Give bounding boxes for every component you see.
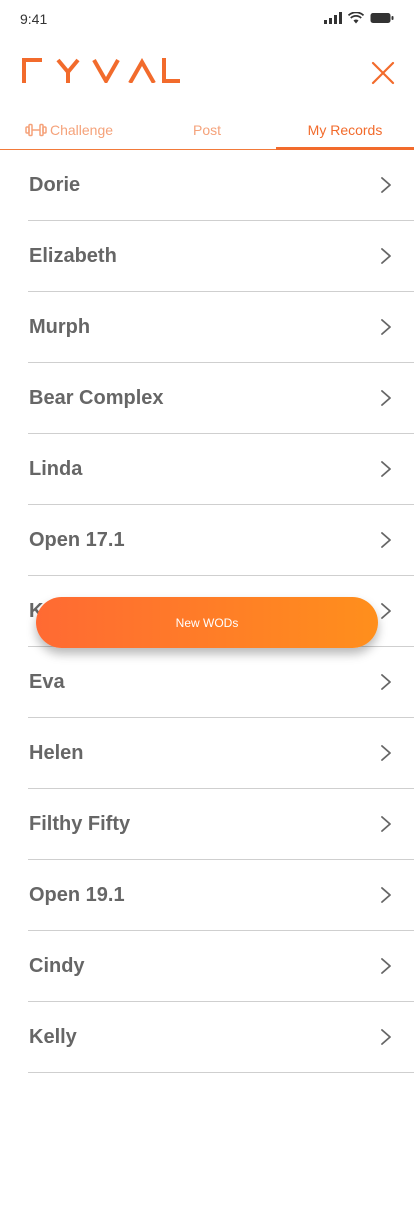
chevron-right-icon — [381, 958, 391, 974]
list-item[interactable]: Open 19.1 — [28, 860, 414, 931]
chevron-right-icon — [381, 177, 391, 193]
tab-challenge[interactable]: Challenge — [0, 110, 138, 149]
wod-name: Cindy — [29, 954, 85, 977]
tab-challenge-label: Challenge — [49, 121, 114, 138]
wod-name: Linda — [29, 457, 83, 480]
close-icon[interactable] — [370, 60, 396, 86]
status-time: 9:41 — [20, 11, 48, 27]
chevron-right-icon — [381, 745, 391, 761]
wod-name: Murph — [29, 315, 91, 338]
list-item[interactable]: Filthy Fifty — [28, 789, 414, 860]
chevron-right-icon — [381, 532, 391, 548]
wod-name: Dorie — [29, 173, 81, 196]
list-item[interactable]: Helen — [28, 718, 414, 789]
wod-name: Open 17.1 — [29, 528, 125, 551]
cellular-signal-icon — [324, 12, 342, 24]
wifi-icon — [348, 12, 364, 24]
new-wods-button[interactable]: New WODs — [36, 597, 378, 648]
wod-name: Eva — [29, 670, 65, 693]
chevron-right-icon — [381, 390, 391, 406]
battery-icon — [370, 13, 394, 23]
wod-name: Bear Complex — [29, 386, 164, 409]
wod-name: Elizabeth — [29, 244, 117, 267]
status-bar: 9:41 — [0, 0, 414, 40]
tab-my-records[interactable]: My Records — [276, 110, 414, 150]
tab-post[interactable]: Post — [138, 110, 276, 149]
wod-name: Filthy Fifty — [29, 812, 131, 835]
list-item[interactable]: Elizabeth — [28, 221, 414, 292]
tab-my-records-label: My Records — [307, 121, 383, 138]
chevron-right-icon — [381, 248, 391, 264]
tab-bar: Challenge Post My Records — [0, 110, 414, 150]
chevron-right-icon — [381, 461, 391, 477]
ryval-logo — [22, 58, 180, 83]
chevron-right-icon — [381, 319, 391, 335]
wod-name: Open 19.1 — [29, 883, 125, 906]
status-icons — [324, 12, 394, 24]
list-item[interactable]: Linda — [28, 434, 414, 505]
list-item[interactable]: Dorie — [28, 150, 414, 221]
chevron-right-icon — [381, 816, 391, 832]
list-item[interactable]: Open 17.1 — [28, 505, 414, 576]
list-item[interactable]: Kelly — [28, 1002, 414, 1073]
dumbbell-icon — [25, 123, 47, 136]
tab-post-label: Post — [192, 121, 221, 138]
list-item[interactable]: Bear Complex — [28, 363, 414, 434]
wod-name: Helen — [29, 741, 84, 764]
chevron-right-icon — [381, 603, 391, 619]
list-item[interactable]: Cindy — [28, 931, 414, 1002]
chevron-right-icon — [381, 1029, 391, 1045]
list-item[interactable]: Murph — [28, 292, 414, 363]
wod-name: Kelly — [29, 1025, 77, 1048]
chevron-right-icon — [381, 674, 391, 690]
list-item[interactable]: Eva — [28, 647, 414, 718]
chevron-right-icon — [381, 887, 391, 903]
app-header — [0, 40, 414, 110]
